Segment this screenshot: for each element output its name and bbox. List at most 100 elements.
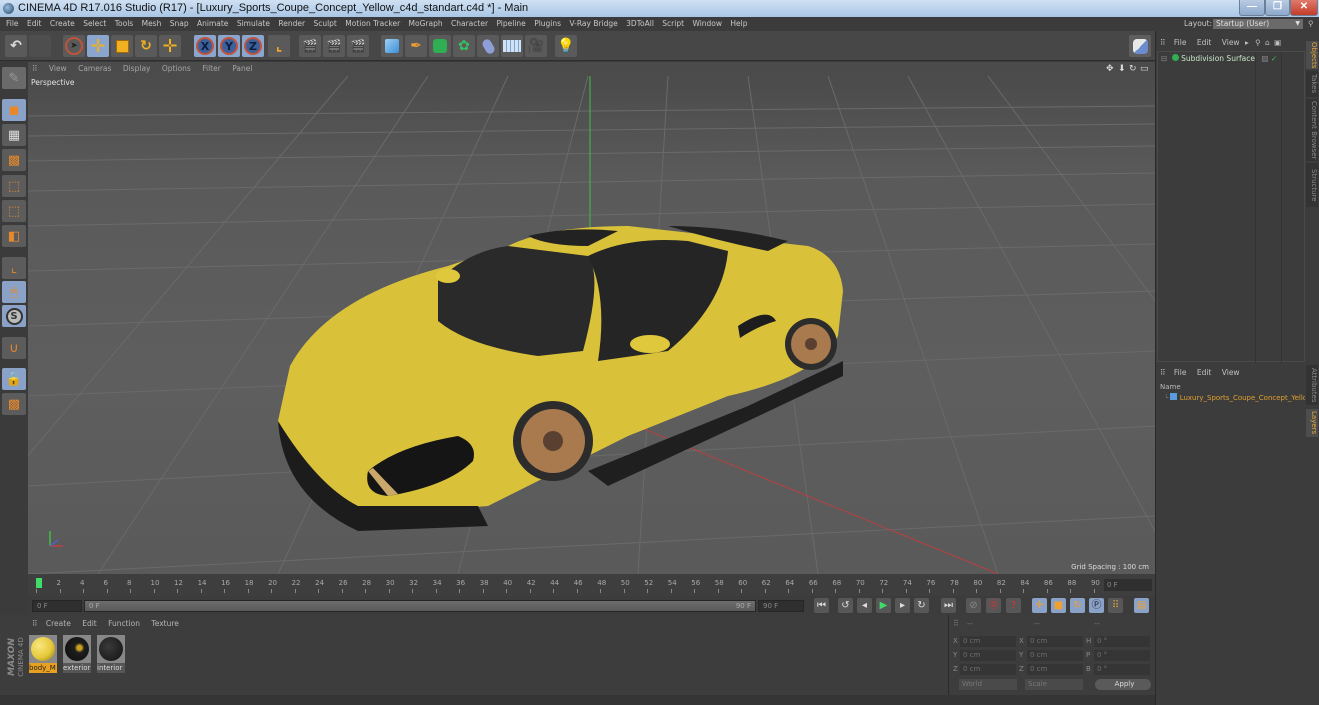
viewport-dolly-icon[interactable]: ⬇ — [1118, 62, 1126, 76]
menu-render[interactable]: Render — [278, 17, 305, 31]
playhead-marker[interactable] — [36, 578, 42, 588]
add-light-button[interactable]: 💡 — [555, 35, 577, 57]
goto-end-button[interactable]: ⏭ — [941, 598, 956, 613]
menu-file[interactable]: File — [6, 17, 19, 31]
tab-attributes[interactable]: Attributes — [1306, 365, 1318, 405]
next-key-button[interactable]: ↻ — [914, 598, 929, 613]
apply-button[interactable]: Apply — [1095, 679, 1151, 690]
edges-mode-button[interactable]: ⬚ — [2, 200, 26, 222]
rot-h-field[interactable]: 0 ° — [1094, 636, 1150, 647]
menu-pipeline[interactable]: Pipeline — [496, 17, 525, 31]
workplane-align-button[interactable]: ▩ — [2, 393, 26, 415]
model-mode-button[interactable]: ◼ — [2, 99, 26, 121]
object-menu-file[interactable]: File — [1174, 38, 1187, 47]
menu-motion-tracker[interactable]: Motion Tracker — [345, 17, 400, 31]
current-frame-field[interactable]: 0 F — [1104, 579, 1152, 591]
frame-ruler[interactable]: 0246810121416182022242628303234363840424… — [36, 576, 1101, 594]
material-menu-create[interactable]: Create — [46, 619, 71, 628]
undo-button[interactable]: ↶ — [5, 35, 27, 57]
layer-menu-view[interactable]: View — [1222, 368, 1240, 377]
polygons-mode-button[interactable]: ◧ — [2, 225, 26, 247]
viewport-menu-display[interactable]: Display — [123, 64, 151, 73]
workplane-mode-button[interactable]: ▩ — [2, 149, 26, 171]
tab-content-browser[interactable]: Content Browser — [1306, 99, 1318, 161]
material-menu-function[interactable]: Function — [108, 619, 140, 628]
menu-window[interactable]: Window — [692, 17, 722, 31]
menu-mesh[interactable]: Mesh — [142, 17, 162, 31]
autokey-button[interactable]: ⓪ — [986, 598, 1001, 613]
prev-key-button[interactable]: ↺ — [838, 598, 853, 613]
add-deformer-button[interactable] — [477, 35, 499, 57]
key-rotation-button[interactable]: ↻ — [1070, 598, 1085, 613]
start-frame-field[interactable]: 0 F — [32, 600, 82, 612]
object-search-icon[interactable]: ⚲ — [1255, 38, 1261, 47]
tweak-mode-button[interactable]: 🖱 — [2, 281, 26, 303]
coordinate-system-button[interactable]: ⌞ — [268, 35, 290, 57]
visibility-toggle-icon[interactable]: ▨ — [1261, 54, 1268, 63]
restore-button[interactable]: ❐ — [1265, 0, 1290, 16]
object-home-icon[interactable]: ⌂ — [1265, 38, 1270, 47]
viewport-maximize-icon[interactable]: ▭ — [1140, 62, 1149, 76]
timeline-ruler[interactable]: 0246810121416182022242628303234363840424… — [28, 574, 1155, 596]
menu-select[interactable]: Select — [83, 17, 106, 31]
texture-mode-button[interactable]: ▦ — [2, 124, 26, 146]
key-pla-button[interactable]: ⠿ — [1108, 598, 1123, 613]
object-menu-edit[interactable]: Edit — [1197, 38, 1212, 47]
coord-mode-select[interactable]: World — [959, 679, 1017, 690]
y-axis-lock-button[interactable]: Y — [218, 35, 240, 57]
add-mograph-button[interactable]: ✿ — [453, 35, 475, 57]
python-script-button[interactable] — [1129, 35, 1151, 57]
pos-y-field[interactable]: 0 cm — [960, 650, 1016, 661]
menu-edit[interactable]: Edit — [27, 17, 42, 31]
rotate-tool-button[interactable]: ↻ — [135, 35, 157, 57]
object-item-subdivision[interactable]: ⊟ Subdivision Surface ▨ ✓ — [1158, 53, 1304, 64]
points-mode-button[interactable]: ⬚ — [2, 175, 26, 197]
minimize-button[interactable]: — — [1239, 0, 1265, 16]
next-frame-button[interactable]: ▸ — [895, 598, 910, 613]
z-axis-lock-button[interactable]: Z — [242, 35, 264, 57]
scale-tool-button[interactable] — [111, 35, 133, 57]
enabled-check-icon[interactable]: ✓ — [1271, 54, 1277, 63]
keyframe-selection-button[interactable]: ? — [1006, 598, 1021, 613]
tab-objects[interactable]: Objects — [1306, 41, 1318, 69]
object-menu-view[interactable]: View — [1222, 38, 1240, 47]
make-editable-button[interactable]: ✎ — [2, 67, 26, 89]
viewport-pan-icon[interactable]: ✥ — [1106, 62, 1114, 76]
viewport-menu-panel[interactable]: Panel — [232, 64, 252, 73]
redo-button[interactable] — [29, 35, 51, 57]
material-swatch-interior[interactable]: interior — [97, 635, 125, 673]
layer-menu-edit[interactable]: Edit — [1197, 368, 1212, 377]
menu-vray-bridge[interactable]: V-Ray Bridge — [569, 17, 617, 31]
tab-layers[interactable]: Layers — [1306, 409, 1318, 437]
goto-start-button[interactable]: ⏮ — [814, 598, 829, 613]
tab-structure[interactable]: Structure — [1306, 163, 1318, 207]
material-swatch-exterior[interactable]: exterior — [63, 635, 91, 673]
viewport-menu-options[interactable]: Options — [162, 64, 191, 73]
viewport-scene[interactable]: Perspective Grid Spacing: 100 cm — [28, 76, 1155, 574]
key-parameter-button[interactable]: Ⓟ — [1089, 598, 1104, 613]
live-selection-button[interactable]: ➤ — [63, 35, 85, 57]
key-position-button[interactable]: ✛ — [1032, 598, 1047, 613]
key-scale-button[interactable]: ■ — [1051, 598, 1066, 613]
end-frame-field[interactable]: 90 F — [758, 600, 804, 612]
viewport-perspective[interactable]: ⠿ View Cameras Display Options Filter Pa… — [28, 62, 1155, 574]
menu-script[interactable]: Script — [662, 17, 684, 31]
timeline-window-button[interactable]: ▤ — [1134, 598, 1149, 613]
render-view-button[interactable]: 🎬 — [299, 35, 321, 57]
menu-simulate[interactable]: Simulate — [237, 17, 270, 31]
rot-b-field[interactable]: 0 ° — [1094, 664, 1150, 675]
menu-help[interactable]: Help — [730, 17, 747, 31]
prev-frame-button[interactable]: ◂ — [857, 598, 872, 613]
frame-range-slider[interactable]: 0 F 90 F — [84, 600, 756, 612]
object-menu-more-icon[interactable]: ▸ — [1245, 38, 1249, 47]
play-button[interactable]: ▶ — [876, 598, 891, 613]
object-new-window-icon[interactable]: ▣ — [1274, 38, 1281, 47]
viewport-rotate-icon[interactable]: ↻ — [1129, 62, 1137, 76]
material-menu-texture[interactable]: Texture — [151, 619, 178, 628]
axis-mode-button[interactable]: ⌞ — [2, 257, 26, 279]
menu-mograph[interactable]: MoGraph — [409, 17, 443, 31]
add-spline-pen-button[interactable]: ✒ — [405, 35, 427, 57]
menu-tools[interactable]: Tools — [115, 17, 133, 31]
material-swatch-body[interactable]: body_M — [29, 635, 57, 673]
move-tool-button[interactable]: ✛ — [87, 35, 109, 57]
